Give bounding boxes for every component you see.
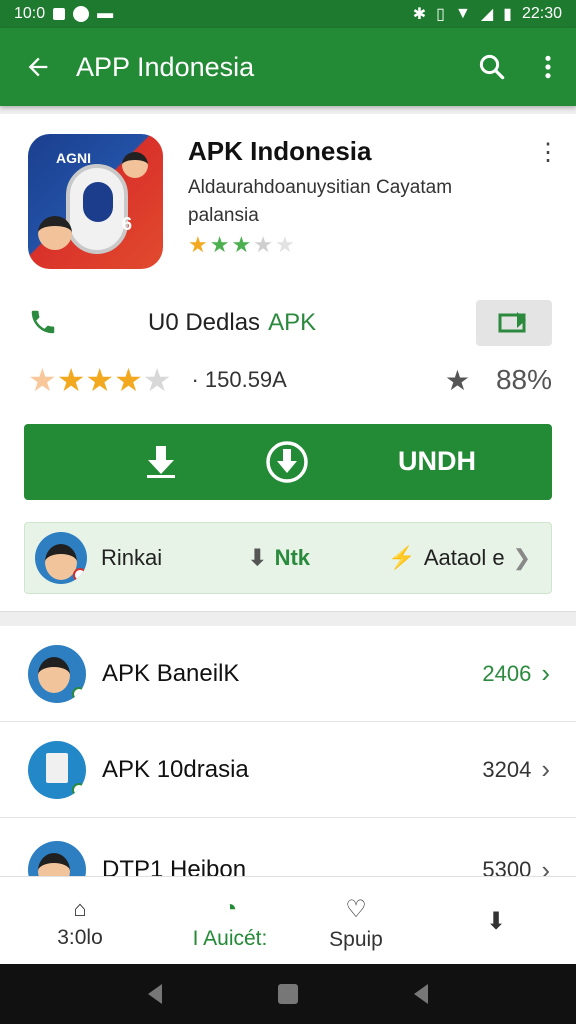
bottom-navigation: ⌂ 3:0lo ◔ I Auicét: ♡ Spuip ⬇: [0, 876, 576, 964]
install-label: UNDH: [398, 446, 476, 476]
arrow-left-icon: [28, 57, 48, 77]
nav-item-apps[interactable]: ◔ I Auicét:: [170, 883, 290, 963]
list-item-value: 2406: [482, 660, 532, 686]
message-icon: ▬: [97, 5, 114, 22]
star-icon: ★: [114, 362, 143, 398]
star-icon: ★: [253, 232, 273, 257]
bolt-icon: ⚡: [388, 545, 416, 570]
list-item-name: APK BaneilK: [102, 659, 240, 687]
system-navigation-bar: [0, 964, 576, 1024]
app-star-rating: ★ ★ ★ ★ ★: [188, 232, 295, 258]
share-icon: [498, 312, 526, 333]
download-circle-icon: [266, 441, 308, 483]
app-icon[interactable]: AGNI 6: [28, 134, 163, 269]
app-icon-letter: 6: [122, 214, 133, 234]
signal-icon: ◢: [480, 6, 494, 23]
nav-item-home[interactable]: ⌂ 3:0lo: [20, 883, 140, 963]
rating-row: ★ ★ ★ ★ ★ · 150.59A ★ 88%: [28, 360, 552, 400]
bluetooth-icon: ✱: [412, 6, 427, 23]
more-vert-icon: [545, 55, 551, 79]
app-detail-card: AGNI 6 APK Indonesia ⋮ Aldaurahdoanuysit…: [0, 114, 576, 612]
chevron-right-icon: ›: [541, 658, 550, 688]
download-box-icon: ⬇: [485, 907, 507, 935]
home-icon: ⌂: [73, 896, 87, 921]
download-label: U0 Dedlas: [148, 309, 261, 336]
recents-triangle-icon[interactable]: [410, 982, 432, 1006]
chevron-right-icon: ›: [541, 754, 550, 784]
app-icon-face: [38, 216, 72, 250]
star-icon: ★: [274, 232, 295, 257]
list-item-value: 3204: [482, 756, 532, 782]
time-right: 22:30: [521, 5, 562, 22]
home-square-icon[interactable]: [276, 982, 300, 1006]
nav-label: Spuip: [329, 927, 383, 951]
avatar: [35, 532, 87, 584]
list-item[interactable]: APK 10drasia 3204 ›: [0, 722, 576, 818]
app-description: Aldaurahdoanuysitian Cayatam palansia: [188, 177, 453, 226]
install-button[interactable]: UNDH: [24, 424, 552, 500]
app-icon-hole: [83, 182, 113, 222]
arrow-down-icon: ⬇: [248, 545, 267, 570]
app-icon-face-small: [122, 152, 148, 178]
developer-name: Rinkai: [101, 545, 163, 570]
apps-icon: ◔: [222, 895, 238, 922]
star-icon: ★: [209, 232, 230, 257]
star-icon: ★: [188, 232, 208, 257]
back-button[interactable]: [0, 53, 76, 81]
share-button[interactable]: [476, 300, 552, 346]
vibrate-icon: ▯: [436, 6, 445, 23]
status-bar: 10:0 ▬ ✱ ▯ ▼ ◢ ▮ 22:30: [0, 0, 576, 28]
avatar: [28, 644, 86, 703]
heart-icon: ♡: [345, 895, 367, 923]
download-row: U0 Dedlas APK: [28, 300, 552, 346]
star-icon: ★: [142, 362, 172, 398]
search-icon: [479, 54, 505, 80]
app-name: APK Indonesia: [188, 136, 372, 166]
battery-icon: ▮: [503, 6, 512, 23]
rating-percent: 88%: [495, 364, 552, 395]
app-icon-label: AGNI: [56, 150, 91, 166]
star-icon: ★: [28, 362, 57, 398]
category-info: ⚡ Aataol e ❯: [388, 545, 531, 570]
star-icon: ★: [56, 362, 86, 398]
notification-icon: [53, 8, 66, 20]
back-triangle-icon[interactable]: [144, 982, 166, 1006]
star-icon: ★: [231, 232, 252, 257]
nav-item-downloads[interactable]: ⬇: [436, 883, 556, 963]
app-bar: APP Indonesia: [0, 28, 576, 106]
developer-info-row[interactable]: Rinkai ⬇ Ntk ⚡ Aataol e ❯: [24, 522, 552, 594]
list-item-name: APK 10drasia: [102, 755, 249, 783]
nav-label: I Auicét:: [192, 927, 268, 950]
rate-star-icon[interactable]: ★: [445, 364, 470, 397]
star-icon: ★: [85, 362, 115, 398]
related-apps-list: APK BaneilK 2406 › APK 10drasia 3204 › D…: [0, 626, 576, 899]
more-icon: ❯: [512, 545, 531, 570]
download-apk-label: APK: [268, 309, 317, 336]
download-icon: [147, 446, 175, 478]
rating-count: · 150.59A: [191, 367, 287, 392]
wifi-icon: ▼: [454, 5, 471, 22]
app-notification-icon: [73, 6, 90, 22]
nav-label: 3:0lo: [57, 926, 103, 949]
search-button[interactable]: [464, 52, 520, 82]
card-overflow-button[interactable]: ⋮: [536, 138, 560, 168]
page-title: APP Indonesia: [76, 51, 255, 82]
downloads-info: ⬇ Ntk: [248, 545, 311, 570]
clock: 10:0: [14, 5, 46, 22]
list-item[interactable]: APK BaneilK 2406 ›: [0, 626, 576, 722]
phone-icon[interactable]: [28, 307, 60, 339]
overflow-menu-button[interactable]: [520, 54, 576, 80]
nav-item-favorites[interactable]: ♡ Spuip: [296, 883, 416, 963]
document-avatar: [28, 740, 86, 799]
